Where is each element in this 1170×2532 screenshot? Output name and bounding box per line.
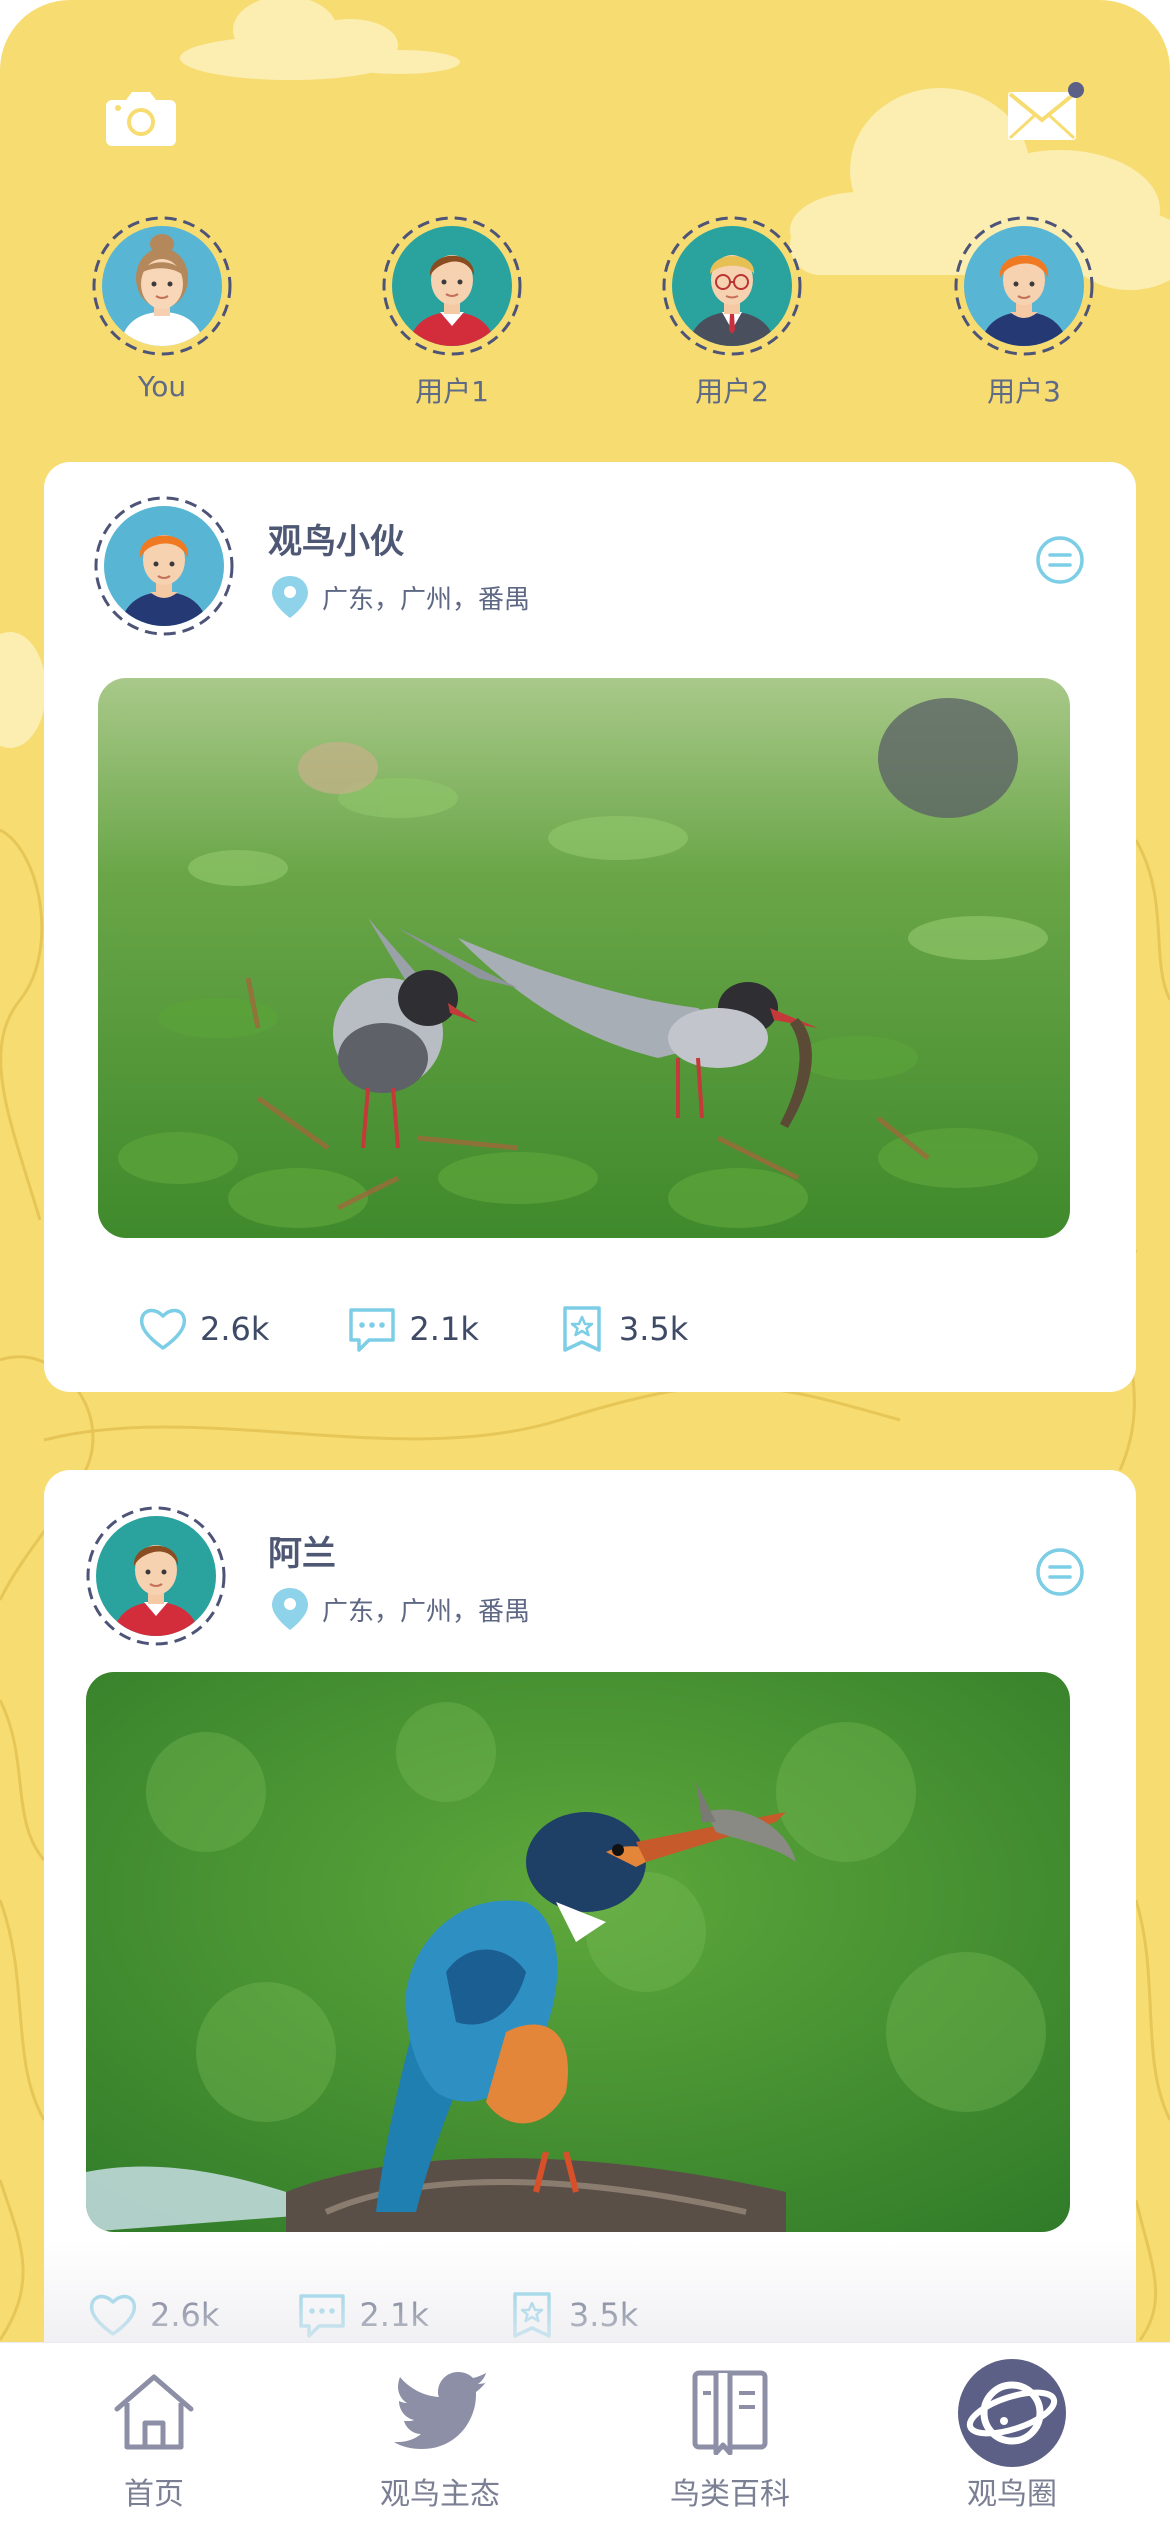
home-icon bbox=[114, 2374, 194, 2450]
more-options-icon[interactable] bbox=[1034, 1546, 1086, 1598]
comment-button[interactable]: 2.1k bbox=[295, 2288, 429, 2342]
story-label: You bbox=[137, 370, 187, 403]
man-avatar-icon bbox=[382, 216, 522, 356]
like-button[interactable]: 2.6k bbox=[86, 2288, 219, 2342]
heart-icon bbox=[89, 2294, 137, 2336]
orange-hair-avatar-icon bbox=[954, 216, 1094, 356]
heart-icon bbox=[139, 1308, 187, 1350]
comment-icon bbox=[299, 2294, 346, 2338]
tab-bird-encyclopedia[interactable]: 鸟类百科 bbox=[630, 2343, 830, 2532]
planet-icon bbox=[958, 2359, 1066, 2467]
bottom-tab-bar: 首页 观鸟主态 鸟类百科 观鸟圈 bbox=[0, 2342, 1170, 2532]
author-avatar-icon[interactable] bbox=[84, 1504, 228, 1648]
author-name[interactable]: 观鸟小伙 bbox=[268, 514, 404, 563]
bookmark-star-icon bbox=[563, 1306, 601, 1352]
book-icon bbox=[692, 2370, 768, 2455]
story-label: 用户2 bbox=[695, 375, 769, 408]
location: 广东，广州，番禺 bbox=[270, 574, 530, 620]
tab-bird-circle[interactable]: 观鸟圈 bbox=[912, 2343, 1112, 2532]
stories-row: You 用户1 用户2 用户3 bbox=[0, 210, 1170, 420]
like-button[interactable]: 2.6k bbox=[136, 1302, 269, 1356]
favorite-button[interactable]: 3.5k bbox=[505, 2288, 638, 2342]
story-label: 用户3 bbox=[987, 375, 1061, 408]
tab-label: 观鸟圈 bbox=[967, 2477, 1057, 2512]
tab-label: 鸟类百科 bbox=[670, 2477, 790, 2512]
mail-icon[interactable] bbox=[1004, 82, 1088, 146]
comment-button[interactable]: 2.1k bbox=[345, 1302, 479, 1356]
tab-home[interactable]: 首页 bbox=[54, 2343, 254, 2532]
favorite-count: 3.5k bbox=[618, 1310, 689, 1348]
terns-photo[interactable] bbox=[98, 678, 1070, 1238]
favorite-button[interactable]: 3.5k bbox=[555, 1302, 688, 1356]
favorite-count: 3.5k bbox=[568, 2296, 639, 2334]
post-card: 观鸟小伙 广东，广州，番禺 2.6k 2.1k 3.5k bbox=[44, 462, 1136, 1392]
story-user2[interactable]: 用户2 bbox=[652, 210, 812, 420]
author-name[interactable]: 阿兰 bbox=[268, 1526, 336, 1575]
story-label: 用户1 bbox=[415, 375, 489, 408]
story-you[interactable]: You bbox=[82, 210, 242, 420]
author-avatar-icon[interactable] bbox=[92, 494, 236, 638]
camera-icon[interactable] bbox=[104, 86, 178, 148]
tab-label: 首页 bbox=[124, 2477, 184, 2512]
location-text: 广东，广州，番禺 bbox=[322, 584, 531, 615]
woman-avatar-icon bbox=[92, 216, 232, 356]
location-pin-icon bbox=[272, 576, 308, 618]
location-text: 广东，广州，番禺 bbox=[322, 1596, 531, 1627]
comment-icon bbox=[349, 1308, 396, 1352]
bird-icon bbox=[394, 2372, 486, 2449]
post-actions: 2.6k 2.1k 3.5k bbox=[86, 2288, 714, 2342]
comment-count: 2.1k bbox=[359, 2296, 429, 2334]
comment-count: 2.1k bbox=[409, 1310, 479, 1348]
like-count: 2.6k bbox=[200, 1310, 270, 1348]
tab-label: 观鸟主态 bbox=[380, 2477, 500, 2512]
bookmark-star-icon bbox=[513, 2292, 551, 2338]
glasses-man-avatar-icon bbox=[662, 216, 802, 356]
unread-dot-icon bbox=[1068, 82, 1084, 98]
kingfisher-photo[interactable] bbox=[86, 1672, 1070, 2232]
location: 广东，广州，番禺 bbox=[270, 1586, 530, 1632]
story-user3[interactable]: 用户3 bbox=[944, 210, 1104, 420]
phone-screen: You 用户1 用户2 用户3 观鸟小伙 广东，广州，番禺 2.6k 2.1k … bbox=[0, 0, 1170, 2532]
post-actions: 2.6k 2.1k 3.5k bbox=[136, 1302, 764, 1356]
more-options-icon[interactable] bbox=[1034, 534, 1086, 586]
tab-bird-feed[interactable]: 观鸟主态 bbox=[340, 2343, 540, 2532]
location-pin-icon bbox=[272, 1588, 308, 1630]
story-user1[interactable]: 用户1 bbox=[372, 210, 532, 420]
like-count: 2.6k bbox=[150, 2296, 220, 2334]
